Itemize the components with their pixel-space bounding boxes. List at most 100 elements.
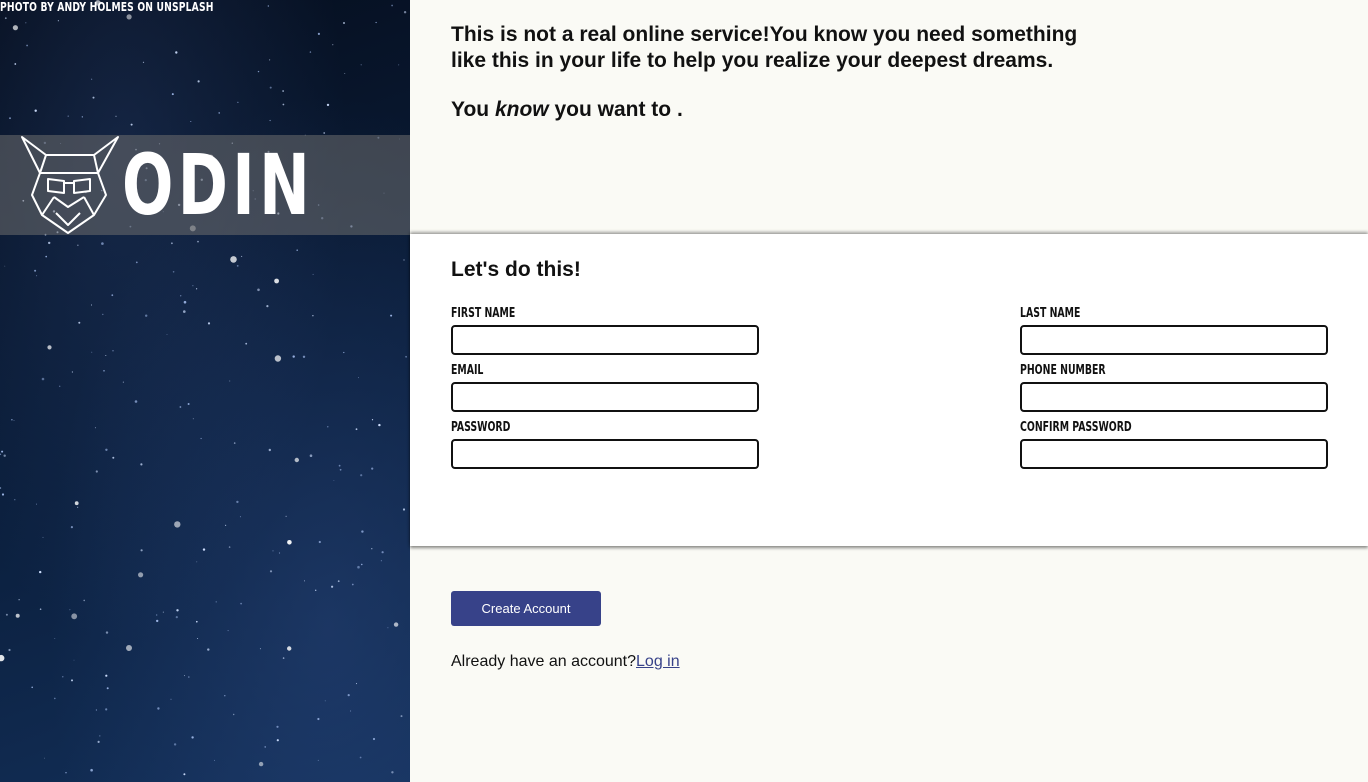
password-input[interactable] <box>451 439 759 469</box>
password-label: Password <box>451 420 511 435</box>
star <box>105 631 109 634</box>
star <box>41 377 45 381</box>
phone-input[interactable] <box>1020 382 1328 412</box>
star <box>71 371 73 373</box>
star <box>402 508 406 511</box>
intro-tagline: You know you want to . <box>451 97 1091 123</box>
first-name-input[interactable] <box>451 325 759 355</box>
star <box>11 419 13 421</box>
star <box>81 116 83 118</box>
star <box>54 697 56 700</box>
star <box>197 638 199 639</box>
star <box>112 350 114 352</box>
star <box>285 515 287 518</box>
star <box>323 132 326 134</box>
email-input[interactable] <box>451 382 759 412</box>
star <box>202 548 206 551</box>
star <box>183 300 187 304</box>
star <box>207 648 210 651</box>
star <box>259 648 261 650</box>
star <box>269 119 271 122</box>
star <box>105 355 107 356</box>
star <box>191 736 194 739</box>
first-name-group: First Name <box>451 306 759 355</box>
star <box>324 700 326 702</box>
star <box>351 583 354 586</box>
star <box>405 355 407 358</box>
star <box>257 288 260 292</box>
star <box>1 493 5 496</box>
star <box>18 599 20 601</box>
confirm-password-input[interactable] <box>1020 439 1328 469</box>
star <box>337 580 340 583</box>
star <box>192 418 194 420</box>
star <box>74 501 79 506</box>
star <box>360 474 363 477</box>
star <box>312 273 314 275</box>
star <box>73 659 75 661</box>
email-group: Email <box>451 363 759 412</box>
star <box>173 743 177 746</box>
star <box>200 437 202 440</box>
star <box>317 32 320 36</box>
star <box>358 377 359 379</box>
star <box>344 73 346 74</box>
star <box>36 275 38 277</box>
main-content: This is not a real online service!You kn… <box>410 0 1368 782</box>
last-name-input[interactable] <box>1020 325 1328 355</box>
star <box>302 355 306 358</box>
star <box>105 674 108 677</box>
star <box>42 536 44 538</box>
star <box>175 616 178 619</box>
star <box>1 450 4 453</box>
star <box>332 44 334 46</box>
star <box>196 620 198 623</box>
star <box>269 86 272 89</box>
star <box>282 90 284 92</box>
star <box>126 14 132 20</box>
create-account-button[interactable]: Create Account <box>451 591 601 626</box>
star <box>4 17 7 20</box>
star <box>77 506 79 508</box>
star <box>48 241 51 245</box>
star <box>318 540 321 544</box>
star <box>225 524 227 527</box>
star <box>54 638 56 639</box>
star <box>269 59 271 61</box>
star <box>355 428 358 431</box>
star <box>140 549 143 552</box>
star <box>12 25 18 31</box>
brand-name: ODIN <box>122 136 315 234</box>
star <box>282 657 285 659</box>
star <box>13 420 15 421</box>
star <box>91 78 93 80</box>
star <box>187 403 190 405</box>
signup-form: Let's do this! First Name Last Name Emai… <box>410 234 1368 546</box>
star <box>218 112 220 114</box>
star <box>112 456 115 459</box>
star <box>339 468 342 471</box>
star <box>403 259 405 261</box>
star <box>371 419 374 421</box>
star <box>166 334 168 335</box>
star <box>403 11 407 14</box>
star <box>380 560 382 562</box>
star <box>236 500 239 504</box>
password-group: Password <box>451 420 759 469</box>
star <box>97 740 100 744</box>
star <box>391 771 394 774</box>
star <box>292 355 295 358</box>
star <box>171 93 174 96</box>
star <box>157 707 160 710</box>
star <box>134 400 138 403</box>
star <box>343 22 345 24</box>
star <box>343 351 345 354</box>
login-prompt: Already have an account?Log in <box>451 653 680 671</box>
star <box>240 602 243 605</box>
star <box>145 314 148 317</box>
star <box>95 470 98 473</box>
tagline-prefix: You <box>451 98 495 121</box>
star <box>70 526 73 529</box>
login-link[interactable]: Log in <box>636 653 680 670</box>
sidebar-background: PHOTO BY ANDY HOLMES ON UNSPLASH ODIN <box>0 0 410 782</box>
